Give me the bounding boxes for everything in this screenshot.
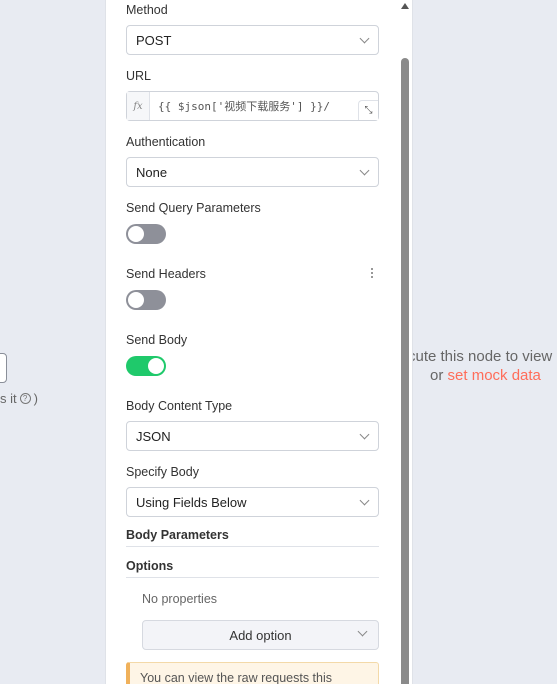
expand-editor-icon[interactable]: ⤡	[358, 100, 378, 120]
more-options-icon[interactable]	[369, 266, 375, 280]
chevron-down-icon	[359, 165, 370, 175]
body-content-type-select[interactable]: JSON	[126, 421, 379, 451]
no-properties-text: No properties	[142, 592, 218, 606]
question-icon[interactable]: ?	[19, 393, 31, 404]
send-headers-label: Send Headers	[126, 267, 206, 281]
body-content-type-field: Body Content Type JSON	[126, 399, 379, 451]
raw-requests-notice: You can view the raw requests this	[126, 662, 379, 684]
send-body-toggle[interactable]	[126, 356, 166, 376]
specify-body-label: Specify Body	[126, 465, 199, 479]
toggle-knob	[128, 226, 144, 242]
specify-body-value: Using Fields Below	[136, 494, 247, 510]
node-parameters-panel: Method POST URL fx {{ $json['视频下载服务'] }}…	[105, 0, 413, 684]
expression-fx-icon: fx	[127, 92, 150, 120]
authentication-label: Authentication	[126, 135, 206, 149]
method-label: Method	[126, 3, 168, 17]
authentication-value: None	[136, 164, 168, 180]
send-body-field: Send Body	[126, 333, 379, 376]
add-option-button[interactable]: Add option	[142, 620, 379, 650]
output-message-line1: cute this node to view	[408, 348, 553, 365]
method-value: POST	[136, 32, 172, 48]
authentication-select[interactable]: None	[126, 157, 379, 187]
specify-body-select[interactable]: Using Fields Below	[126, 487, 379, 517]
scroll-up-arrow-icon[interactable]	[401, 3, 409, 9]
options-title: Options	[126, 559, 379, 578]
method-select[interactable]: POST	[126, 25, 379, 55]
url-label: URL	[126, 69, 152, 83]
chevron-down-icon	[359, 33, 370, 43]
add-option-label: Add option	[229, 627, 292, 643]
send-body-label: Send Body	[126, 333, 188, 347]
notice-text: You can view the raw requests this	[140, 671, 333, 684]
body-parameters-title: Body Parameters	[126, 528, 379, 547]
chevron-down-icon	[357, 626, 368, 637]
left-hint-text: s it ? )	[0, 391, 38, 406]
body-content-type-value: JSON	[136, 428, 171, 444]
output-message-or: or	[430, 367, 444, 384]
send-headers-field: Send Headers	[126, 267, 379, 310]
authentication-field: Authentication None	[126, 135, 379, 187]
toggle-knob	[148, 358, 164, 374]
url-field: URL fx {{ $json['视频下载服务'] }}/ ⤡	[126, 69, 379, 121]
hint-close-paren: )	[33, 391, 38, 406]
set-mock-data-link[interactable]: set mock data	[448, 367, 541, 384]
send-query-parameters-toggle[interactable]	[126, 224, 166, 244]
scrollbar-thumb[interactable]	[401, 58, 409, 684]
output-message-line2: or set mock data	[408, 366, 557, 385]
specify-body-field: Specify Body Using Fields Below	[126, 465, 379, 517]
panel-scrollbar[interactable]	[399, 0, 411, 684]
url-expression-value[interactable]: {{ $json['视频下载服务'] }}/	[150, 92, 330, 120]
chevron-down-icon	[359, 429, 370, 439]
toggle-knob	[128, 292, 144, 308]
send-query-parameters-field: Send Query Parameters	[126, 201, 379, 244]
url-expression-input[interactable]: fx {{ $json['视频下载服务'] }}/ ⤡	[126, 91, 379, 121]
hint-text: s it	[0, 391, 17, 406]
send-headers-toggle[interactable]	[126, 290, 166, 310]
send-query-parameters-label: Send Query Parameters	[126, 201, 261, 215]
method-field: Method POST	[126, 3, 379, 55]
output-empty-message: cute this node to view or set mock data	[408, 347, 557, 385]
parameter-input-fragment[interactable]	[0, 353, 7, 383]
body-content-type-label: Body Content Type	[126, 399, 233, 413]
chevron-down-icon	[359, 495, 370, 505]
